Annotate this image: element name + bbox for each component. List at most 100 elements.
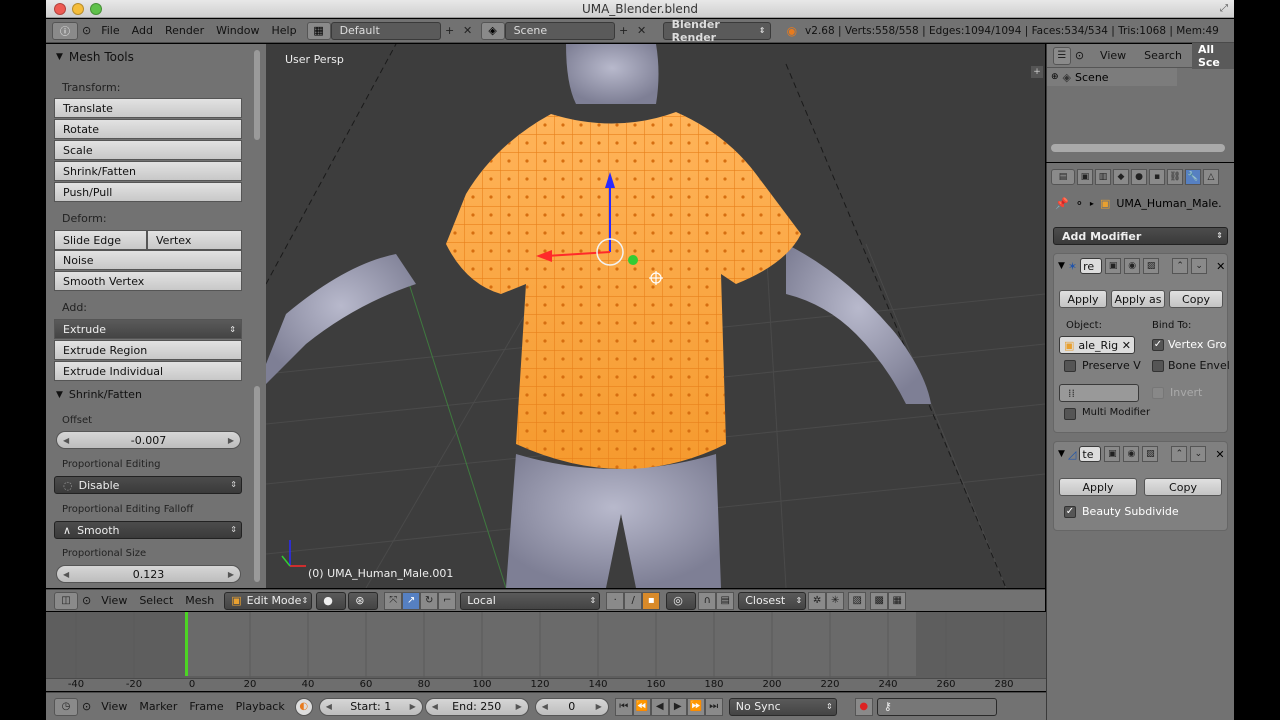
outliner-hscrollbar[interactable]: [1051, 144, 1225, 152]
timeline-editor-icon[interactable]: ◷: [54, 697, 78, 716]
menu-help[interactable]: Help: [265, 24, 302, 37]
copy-modifier-button[interactable]: Copy: [1169, 290, 1223, 308]
orientation-dropdown[interactable]: Local ⇕: [460, 591, 601, 610]
bone-envelopes-checkbox[interactable]: [1152, 360, 1164, 372]
menu-view[interactable]: View: [95, 700, 133, 713]
y-axis-handle[interactable]: [628, 255, 638, 265]
menu-mesh[interactable]: Mesh: [179, 594, 220, 607]
smooth-vertex-button[interactable]: Smooth Vertex: [54, 271, 242, 291]
beauty-subdivide-checkbox[interactable]: ✓: [1064, 506, 1076, 518]
edge-select-icon[interactable]: /: [624, 591, 643, 610]
modifier-name-field[interactable]: re: [1080, 258, 1103, 274]
rotate-manipulator-icon[interactable]: ↻: [420, 591, 439, 610]
constraints-tab-icon[interactable]: ⛓: [1167, 169, 1183, 185]
proportional-editing-dropdown[interactable]: ◌ Disable ⇕: [54, 476, 242, 494]
collapse-triangle-icon[interactable]: ▼: [1058, 449, 1065, 459]
increment-arrow-icon[interactable]: ▶: [516, 702, 522, 711]
play-icon[interactable]: ▶: [668, 697, 687, 716]
clear-field-icon[interactable]: ✕: [1122, 339, 1131, 352]
outliner-row-scene[interactable]: ⊕ ◈ Scene: [1047, 68, 1177, 86]
jump-end-icon[interactable]: ⏭: [704, 697, 723, 716]
object-tab-icon[interactable]: ▪: [1149, 169, 1165, 185]
menu-window[interactable]: Window: [210, 24, 265, 37]
collapse-triangle-icon[interactable]: ▼: [1058, 261, 1065, 271]
scale-manipulator-icon[interactable]: ⌐: [438, 591, 457, 610]
sync-dropdown[interactable]: No Sync ⇕: [728, 697, 837, 716]
outliner-menu-view[interactable]: View: [1094, 49, 1132, 62]
snap-target-dropdown[interactable]: Closest ⇕: [738, 591, 807, 610]
outliner-editor-icon[interactable]: ☰: [1053, 46, 1071, 65]
offset-field[interactable]: ◀ -0.007 ▶: [56, 431, 241, 449]
menu-playback[interactable]: Playback: [230, 700, 291, 713]
toggle-properties-icon[interactable]: +: [1031, 66, 1043, 78]
armature-object-field[interactable]: ▣ ale_Rig ✕: [1059, 336, 1135, 354]
show-in-editmode-icon[interactable]: ▣: [1105, 258, 1122, 274]
expand-icon[interactable]: ⊕: [1051, 72, 1059, 82]
render-engine-dropdown[interactable]: Blender Render ⇕: [662, 18, 771, 44]
editor-type-button[interactable]: ⓘ: [52, 21, 78, 40]
preview-range-icon[interactable]: ◐: [294, 697, 313, 716]
scale-button[interactable]: Scale: [54, 140, 242, 160]
world-tab-icon[interactable]: ●: [1131, 169, 1147, 185]
move-down-icon[interactable]: ⌄: [1191, 258, 1208, 274]
mesh-tools-panel-header[interactable]: ▼ Mesh Tools: [46, 44, 266, 70]
vertex-groups-checkbox[interactable]: ✓: [1152, 339, 1164, 351]
current-frame-field[interactable]: ◀ 0 ▶: [534, 697, 609, 716]
multi-modifier-checkbox[interactable]: [1064, 408, 1076, 420]
mode-dropdown[interactable]: ▣ Edit Mode ⇕: [224, 591, 313, 610]
render-tab-icon[interactable]: ▣: [1077, 169, 1093, 185]
extrude-individual-button[interactable]: Extrude Individual: [54, 361, 242, 381]
collapse-menu-icon[interactable]: ⊙: [78, 594, 95, 607]
apply-button[interactable]: Apply: [1059, 290, 1107, 308]
layers-tab-icon[interactable]: ▥: [1095, 169, 1111, 185]
toolshelf-scrollbar[interactable]: [254, 50, 260, 140]
manipulator-toggle-icon[interactable]: ⤧: [384, 591, 403, 610]
show-viewport-icon[interactable]: ◉: [1124, 258, 1141, 274]
render-anim-icon[interactable]: ▦: [888, 591, 907, 610]
scene-field[interactable]: Scene: [504, 21, 615, 40]
menu-frame[interactable]: Frame: [183, 700, 229, 713]
move-up-icon[interactable]: ⌃: [1171, 446, 1188, 462]
increment-arrow-icon[interactable]: ▶: [596, 702, 602, 711]
pivot-dropdown[interactable]: ⊛: [348, 591, 379, 610]
increment-arrow-icon[interactable]: ▶: [410, 702, 416, 711]
decrement-arrow-icon[interactable]: ◀: [63, 436, 69, 445]
pin-icon[interactable]: 📌: [1055, 197, 1069, 210]
menu-select[interactable]: Select: [133, 594, 179, 607]
show-viewport-icon[interactable]: ◉: [1123, 446, 1140, 462]
preserve-volume-checkbox[interactable]: [1064, 360, 1076, 372]
decrement-arrow-icon[interactable]: ◀: [542, 702, 548, 711]
end-frame-field[interactable]: ◀ End: 250 ▶: [424, 697, 529, 716]
collapse-menu-icon[interactable]: ⊙: [78, 24, 95, 37]
decrement-arrow-icon[interactable]: ◀: [432, 702, 438, 711]
scene-icon[interactable]: ◈: [480, 21, 505, 40]
add-scene-icon[interactable]: +: [615, 22, 633, 40]
menu-render[interactable]: Render: [159, 24, 210, 37]
modifier-name-field[interactable]: te: [1079, 446, 1102, 462]
shrink-fatten-button[interactable]: Shrink/Fatten: [54, 161, 242, 181]
editor-type-3d-icon[interactable]: ◫: [54, 591, 78, 610]
show-render-icon[interactable]: ▨: [1142, 446, 1159, 462]
rotate-button[interactable]: Rotate: [54, 119, 242, 139]
snap-toggle-icon[interactable]: ∩: [698, 591, 717, 610]
apply-as-shape-button[interactable]: Apply as: [1111, 290, 1165, 308]
outliner-menu-search[interactable]: Search: [1138, 49, 1188, 62]
prev-keyframe-icon[interactable]: ⏪: [632, 697, 651, 716]
proportional-dropdown[interactable]: ◎: [666, 591, 697, 610]
modifiers-tab-icon[interactable]: 🔧: [1185, 169, 1201, 185]
push-pull-button[interactable]: Push/Pull: [54, 182, 242, 202]
face-select-icon[interactable]: ▪: [642, 591, 661, 610]
vertex-group-field[interactable]: ⁞⁞: [1059, 384, 1139, 402]
extrude-region-button[interactable]: Extrude Region: [54, 340, 242, 360]
add-modifier-dropdown[interactable]: Add Modifier ⇕: [1053, 227, 1228, 245]
move-up-icon[interactable]: ⌃: [1172, 258, 1189, 274]
show-in-editmode-icon[interactable]: ▣: [1104, 446, 1121, 462]
properties-editor-icon[interactable]: ▤: [1051, 169, 1075, 185]
decrement-arrow-icon[interactable]: ◀: [63, 570, 69, 579]
operator-panel-header[interactable]: ▼ Shrink/Fatten: [46, 382, 152, 407]
snap-align-icon[interactable]: ✲: [808, 591, 827, 610]
menu-add[interactable]: Add: [126, 24, 159, 37]
slide-edge-button[interactable]: Slide Edge: [54, 230, 147, 250]
remove-layout-icon[interactable]: ✕: [459, 22, 477, 40]
menu-view[interactable]: View: [95, 594, 133, 607]
